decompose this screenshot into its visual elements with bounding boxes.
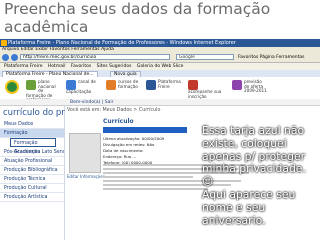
sidebar-item-formacao-academica[interactable]: Formação Acadêmica <box>10 138 56 155</box>
search-input[interactable]: Google <box>176 54 234 60</box>
breadcrumb: Você está em: Meus Dados > Currículo <box>67 108 161 113</box>
edit-link[interactable]: Editar Informações <box>67 174 105 179</box>
banner-module[interactable]: previsão de oferta 2009-2011 <box>232 79 268 96</box>
banner-module[interactable]: plano nacional de formação de professore… <box>26 79 62 102</box>
favorite-link[interactable]: Galeria do Web Slice <box>137 63 183 70</box>
favorite-link[interactable]: Favoritos <box>71 63 91 70</box>
favorite-link[interactable]: Sites Sugeridos <box>97 63 132 70</box>
sidebar-item-producao-cultural[interactable]: Produção Cultural <box>0 184 64 193</box>
favorite-link[interactable]: Hotmail <box>48 63 66 70</box>
back-icon[interactable] <box>2 54 9 61</box>
sidebar-item-producao-bibliografica[interactable]: Produção Bibliográfica <box>0 166 64 175</box>
slide-title: Preencha seus dados da formação acadêmic… <box>4 0 271 36</box>
user-bar[interactable]: Bem-vindo(a) | Sair <box>0 99 320 106</box>
site-banner: plano nacional de formação de professore… <box>0 77 320 102</box>
browser-logo-icon <box>1 40 7 46</box>
sidebar-item-meus-dados[interactable]: Meus Dados <box>0 120 64 129</box>
banner-module[interactable]: acompanhe sua inscrição <box>188 80 224 98</box>
profile-field: Divulgação em redes: Não <box>103 142 155 147</box>
banner-module[interactable]: cursos de formação <box>106 79 142 96</box>
banner-module[interactable]: Plataforma Freire <box>146 79 182 96</box>
banner-module[interactable]: canal de capacitação <box>66 79 102 96</box>
sidebar-item-formacao[interactable]: Formação <box>0 129 64 138</box>
favorite-link[interactable]: Plataforma Freire <box>4 63 42 70</box>
sidebar-item-producao-tecnica[interactable]: Produção Técnica <box>0 175 64 184</box>
sidebar-item-atuacao[interactable]: Atuação Profissional <box>0 157 64 166</box>
forward-icon[interactable] <box>11 54 18 61</box>
module-icon <box>146 80 156 90</box>
module-icon <box>232 80 242 90</box>
module-icon <box>26 80 36 90</box>
site-logo <box>5 80 19 94</box>
privacy-bar <box>103 127 187 133</box>
module-icon <box>106 80 116 90</box>
profile-field: Última atualização: 00/00/2009 <box>103 136 165 141</box>
page-title: Currículo <box>103 118 134 125</box>
slide-annotation: Essa tarja azul não existe, coloquei ape… <box>202 124 306 227</box>
window-title-bar: Plataforma Freire - Plano Nacional de Fo… <box>0 39 320 47</box>
profile-field: Data de nascimento: <box>103 148 144 153</box>
sidebar-item-producao-artistica[interactable]: Produção Artística <box>0 193 64 202</box>
command-bar[interactable]: Favoritos Página Ferramentas <box>238 54 305 61</box>
window-title: Plataforma Freire - Plano Nacional de Fo… <box>8 40 236 46</box>
profile-field: Endereço: Rua ... <box>103 154 137 159</box>
sidebar-item-pos-graduacao[interactable]: Pós-Graduação Lato Sensu <box>0 148 64 157</box>
sidebar: currículo do professor Meus Dados Formaç… <box>0 106 96 240</box>
address-bar[interactable]: http://freire.mec.gov.br/curriculo <box>20 54 170 60</box>
address-row: http://freire.mec.gov.br/curriculo Googl… <box>0 53 320 63</box>
avatar <box>69 133 101 173</box>
